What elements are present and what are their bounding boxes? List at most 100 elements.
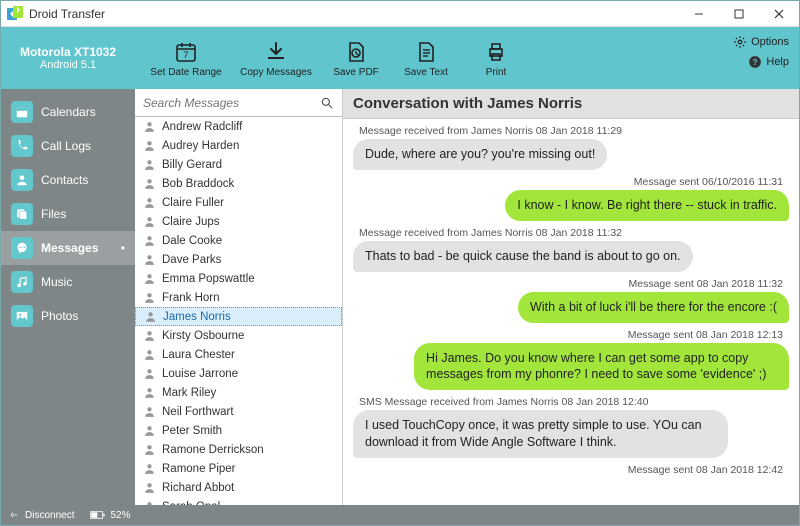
help-link[interactable]: ? Help	[748, 55, 789, 69]
download-icon	[263, 39, 289, 65]
contact-item[interactable]: Richard Abbot	[135, 478, 342, 497]
save-text-button[interactable]: Save Text	[391, 30, 461, 86]
contact-name: Laura Chester	[162, 349, 235, 361]
contact-item[interactable]: Peter Smith	[135, 421, 342, 440]
contact-item[interactable]: Billy Gerard	[135, 155, 342, 174]
avatar-icon	[143, 120, 156, 133]
tool-label: Save Text	[404, 67, 448, 78]
message-sent: Message sent 08 Jan 2018 12:42	[353, 462, 789, 478]
sidebar-item-calendars[interactable]: Calendars	[1, 95, 135, 129]
svg-text:?: ?	[753, 58, 758, 67]
message-bubble: Hi James. Do you know where I can get so…	[414, 343, 789, 391]
sidebar-item-photos[interactable]: Photos	[1, 299, 135, 333]
avatar-icon	[143, 253, 156, 266]
message-bubble: I know - I know. Be right there -- stuck…	[505, 190, 789, 221]
help-label: Help	[766, 56, 789, 68]
svg-text:7: 7	[183, 50, 188, 60]
avatar-icon	[143, 234, 156, 247]
status-bar: Disconnect 52%	[1, 505, 799, 525]
device-os: Android 5.1	[40, 59, 96, 71]
contact-item[interactable]: Dale Cooke	[135, 231, 342, 250]
contact-name: Sarah Opal	[162, 501, 220, 506]
sidebar-item-contacts[interactable]: Contacts	[1, 163, 135, 197]
contact-item[interactable]: Emma Popswattle	[135, 269, 342, 288]
contact-item[interactable]: Bob Braddock	[135, 174, 342, 193]
battery-status: 52%	[90, 510, 130, 521]
contact-item[interactable]: Ramone Piper	[135, 459, 342, 478]
contact-item[interactable]: Andrew Radcliff	[135, 117, 342, 136]
contact-name: Peter Smith	[162, 425, 222, 437]
save-pdf-button[interactable]: Save PDF	[321, 30, 391, 86]
message-sent: Message sent 08 Jan 2018 12:13 Hi James. …	[353, 327, 789, 391]
contact-item[interactable]: Sarah Opal	[135, 497, 342, 505]
avatar-icon	[144, 310, 157, 323]
maximize-button[interactable]	[719, 1, 759, 27]
conversation-column: Conversation with James Norris Message r…	[343, 89, 799, 505]
avatar-icon	[143, 367, 156, 380]
copy-messages-button[interactable]: Copy Messages	[231, 30, 321, 86]
disconnect-button[interactable]: Disconnect	[9, 510, 74, 521]
app-title: Droid Transfer	[29, 7, 105, 21]
avatar-icon	[143, 348, 156, 361]
tool-label: Copy Messages	[240, 67, 312, 78]
contact-item[interactable]: Frank Horn	[135, 288, 342, 307]
tool-label: Save PDF	[333, 67, 379, 78]
contact-item[interactable]: Louise Jarrone	[135, 364, 342, 383]
sidebar-item-files[interactable]: Files	[1, 197, 135, 231]
close-button[interactable]	[759, 1, 799, 27]
photo-icon	[11, 305, 33, 327]
conversation-body[interactable]: Message received from James Norris 08 Ja…	[343, 119, 799, 505]
options-link[interactable]: Options	[733, 35, 789, 49]
contact-item[interactable]: Ramone Derrickson	[135, 440, 342, 459]
search-row	[135, 89, 342, 117]
set-date-range-button[interactable]: 7 Set Date Range	[141, 30, 231, 86]
avatar-icon	[143, 272, 156, 285]
search-input[interactable]	[143, 96, 314, 110]
right-links: Options ? Help	[733, 35, 789, 69]
sidebar-item-messages[interactable]: Messages	[1, 231, 135, 265]
contact-name: Bob Braddock	[162, 178, 234, 190]
message-meta: Message sent 08 Jan 2018 12:13	[628, 329, 783, 341]
calendar-icon	[11, 101, 33, 123]
sidebar-label: Contacts	[41, 173, 88, 187]
calendar-icon: 7	[173, 39, 199, 65]
avatar-icon	[143, 386, 156, 399]
contact-name: James Norris	[163, 311, 231, 323]
device-panel: Motorola XT1032 Android 5.1	[1, 27, 135, 89]
contact-item[interactable]: Dave Parks	[135, 250, 342, 269]
contact-item[interactable]: Neil Forthwart	[135, 402, 342, 421]
contact-list[interactable]: Andrew RadcliffAudrey Harden Billy Gerard…	[135, 117, 342, 505]
sidebar-item-call-logs[interactable]: Call Logs	[1, 129, 135, 163]
contact-name: Ramone Derrickson	[162, 444, 264, 456]
message-meta: Message sent 06/10/2016 11:31	[634, 176, 783, 188]
avatar-icon	[143, 462, 156, 475]
contact-item[interactable]: Laura Chester	[135, 345, 342, 364]
contact-item[interactable]: Audrey Harden	[135, 136, 342, 155]
app-icon	[7, 6, 23, 22]
sidebar-item-music[interactable]: Music	[1, 265, 135, 299]
contact-name: Emma Popswattle	[162, 273, 255, 285]
minimize-button[interactable]	[679, 1, 719, 27]
message-received: Message received from James Norris 08 Ja…	[353, 123, 789, 170]
avatar-icon	[143, 291, 156, 304]
message-bubble: I used TouchCopy once, it was pretty sim…	[353, 410, 728, 458]
top-bar: Motorola XT1032 Android 5.1 7 Set Date R…	[1, 27, 799, 89]
message-meta: Message sent 08 Jan 2018 11:32	[628, 278, 783, 290]
tool-label: Set Date Range	[150, 67, 221, 78]
contact-name: Mark Riley	[162, 387, 216, 399]
contact-name: Richard Abbot	[162, 482, 234, 494]
avatar-icon	[143, 139, 156, 152]
search-icon[interactable]	[320, 96, 334, 110]
contact-name: Dale Cooke	[162, 235, 222, 247]
contact-item[interactable]: Mark Riley	[135, 383, 342, 402]
contact-item[interactable]: Claire Jups	[135, 212, 342, 231]
contact-item[interactable]: James Norris	[135, 307, 342, 326]
contact-item[interactable]: Claire Fuller	[135, 193, 342, 212]
contact-name: Billy Gerard	[162, 159, 222, 171]
contact-name: Louise Jarrone	[162, 368, 238, 380]
contact-item[interactable]: Kirsty Osbourne	[135, 326, 342, 345]
pdf-icon	[343, 39, 369, 65]
print-button[interactable]: Print	[461, 30, 531, 86]
device-model: Motorola XT1032	[20, 45, 116, 59]
title-bar: Droid Transfer	[1, 1, 799, 27]
